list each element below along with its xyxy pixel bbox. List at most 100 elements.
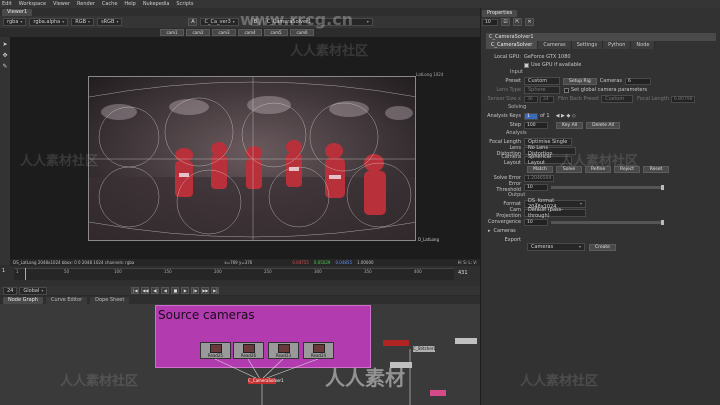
lock-icon[interactable]: ⊡ [501,18,510,26]
watermark-logo-text: 人人素材 [325,366,405,390]
menu-item-viewer[interactable]: Viewer [53,1,70,7]
camera-solver-node[interactable]: C_CameraSolver1 [248,378,284,384]
play-backward-button[interactable]: ◀ [161,287,170,294]
slider-knob[interactable] [661,184,664,190]
colorspace-dropdown[interactable]: sRGB ▾ [97,18,123,26]
lens-type-dropdown[interactable]: Sphere [524,86,560,94]
keyframe-nav-icons[interactable]: ◀ ▶ ◆ ◇ [556,113,576,119]
solver-label: C_CameraSolver1 [248,378,284,383]
latlong-frame [88,76,416,241]
step-field[interactable]: 100 [524,121,548,129]
input-a-dropdown[interactable]: C_Ca_ver3 ▾ [200,18,239,26]
convergence-slider[interactable] [551,219,664,225]
preset-dropdown[interactable]: Custom [524,77,560,85]
film-back-dropdown[interactable]: Custom [601,95,634,103]
convergence-label: Convergence [488,219,521,225]
cameras-count-field[interactable]: 6 [625,77,651,85]
prev-key-button[interactable]: ◀| [151,287,160,294]
cam-projection-dropdown[interactable]: Default (pass-through) [524,207,586,219]
menu-item-scripts[interactable]: Scripts [176,1,193,7]
slider-knob[interactable] [661,219,664,225]
stitcher-node[interactable]: C_Stitcher1 [413,346,436,352]
delete-all-button[interactable]: Delete All [586,121,620,129]
set-global-checkbox[interactable] [564,87,569,93]
export-dropdown[interactable]: Cameras ▾ [527,243,585,251]
timeline-ruler[interactable]: 1 50 100 150 200 250 300 350 400 [14,268,454,280]
menu-item-nukepedia[interactable]: Nukepedia [143,1,170,7]
reset-button[interactable]: Reset [643,165,669,173]
input-a-button[interactable]: A [188,18,198,26]
value-red: 0.04755 [292,260,309,265]
camera-button-1[interactable]: cam1 [160,29,184,36]
display-channel-dropdown[interactable]: RGB ▾ [71,18,95,26]
tab-node[interactable]: Node [631,41,656,49]
fps-field[interactable]: 24 [3,286,18,295]
tab-cameras[interactable]: Cameras [538,41,572,49]
tab-settings[interactable]: Settings [571,41,604,49]
tab-curve-editor[interactable]: Curve Editor [45,296,88,304]
error-threshold-slider[interactable] [551,184,664,190]
value-blue: 0.04855 [335,260,352,265]
tab-properties[interactable]: Properties [482,9,518,17]
sensor-size-x-field[interactable]: 36 [524,95,538,103]
playhead[interactable] [25,268,26,280]
tab-camerasolver[interactable]: C_CameraSolver [486,41,539,49]
create-button[interactable]: Create [589,243,616,251]
frame-node-label: D_LatLong [418,237,440,242]
max-panels-field[interactable]: 10 [482,18,498,26]
red-node[interactable] [383,340,409,346]
pink-node[interactable] [430,390,446,396]
clear-panels-icon[interactable]: ✕ [525,18,534,26]
rewind-button[interactable]: ◀◀ [141,287,150,294]
last-frame-button[interactable]: ▶| [211,287,220,294]
fast-forward-button[interactable]: ▶▶ [201,287,210,294]
camera-button-3[interactable]: cam3 [212,29,236,36]
use-gpu-row: Use GPU if available [486,61,716,69]
end-frame-field[interactable]: 431 [458,270,468,276]
match-button[interactable]: Match [527,165,553,173]
chevron-down-icon: ▾ [41,287,44,293]
select-arrow-icon[interactable]: ➤ [2,41,9,48]
use-gpu-checkbox[interactable] [524,62,529,68]
menu-item-cache[interactable]: Cache [102,1,118,7]
menu-item-workspace[interactable]: Workspace [19,1,46,7]
camera-button-6[interactable]: cam6 [290,29,314,36]
alpha-dropdown[interactable]: rgba.alpha ▾ [29,18,69,26]
output-node[interactable] [455,338,477,344]
next-key-button[interactable]: |▶ [191,287,200,294]
menu-item-help[interactable]: Help [124,1,135,7]
tab-node-graph[interactable]: Node Graph [3,296,43,304]
collapse-arrow-icon[interactable]: ▸ [488,228,491,234]
global-range-dropdown[interactable]: Global ▾ [19,286,48,295]
menu-item-edit[interactable]: Edit [2,1,12,7]
camera-button-5[interactable]: cam5 [264,29,288,36]
tab-dope-sheet[interactable]: Dope Sheet [90,296,130,304]
channels-dropdown[interactable]: rgba ▾ [3,18,27,26]
key-all-button[interactable]: Key All [556,121,584,129]
node-properties-header[interactable]: C_CameraSolver1 [486,33,716,41]
tab-viewer1[interactable]: Viewer1 [2,8,33,16]
paint-brush-icon[interactable]: ✎ [2,63,9,70]
stop-button[interactable]: ■ [171,287,180,294]
camera-button-2[interactable]: cam2 [186,29,210,36]
camera-button-4[interactable]: cam4 [238,29,262,36]
first-frame-button[interactable]: |◀ [131,287,140,294]
viewer-tool-column: ➤ ✥ ✎ [0,37,10,265]
tab-python[interactable]: Python [603,41,632,49]
convergence-field[interactable]: 10 [524,218,548,226]
float-panel-icon[interactable]: ⇱ [513,18,522,26]
play-forward-button[interactable]: ▶ [181,287,190,294]
setup-rig-button[interactable]: Setup Rig [563,77,597,85]
menu-item-render[interactable]: Render [77,1,95,7]
chevron-down-icon: ▾ [62,19,65,24]
current-frame-field[interactable]: 1 [2,268,5,274]
sensor-size-y-field[interactable]: 24 [540,95,554,103]
focal-length-field[interactable]: 6.80798 [670,95,695,103]
step-row: Step 100 Key All Delete All [486,121,716,129]
error-threshold-field[interactable]: 10 [524,183,548,191]
analysis-keys-field[interactable]: 1 [524,112,538,120]
watermark-text: 人人素材社区 [520,374,599,389]
watermark-text: 人人素材社区 [20,154,99,169]
transform-icon[interactable]: ✥ [2,52,9,59]
frame-format-label: LatLong 1024 [416,72,444,77]
